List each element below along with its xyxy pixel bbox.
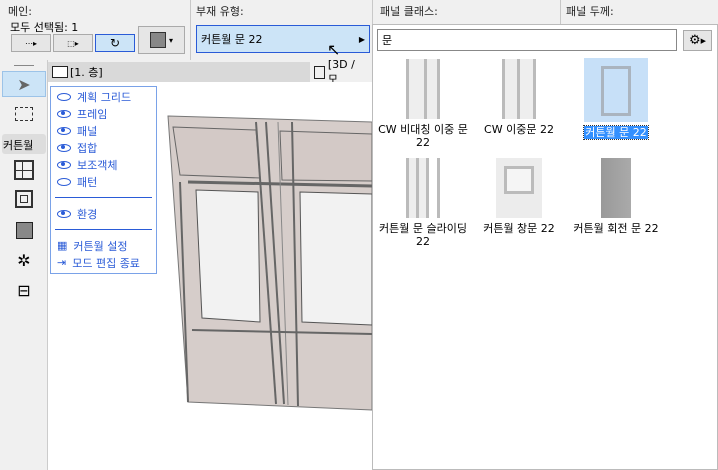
picker-search-input[interactable] [377,29,677,51]
door-thumbnail [496,59,542,119]
picker-item-label: 커튼월 회전 문 22 [573,222,659,235]
frame-tool[interactable] [2,186,46,212]
curtain-wall-display-menu: 계획 그리드 프레임 패널 접합 보조객체 패턴 환경 ▦ 커튼월 설정 ⇥ 모드 … [50,86,157,274]
revolving-door-thumbnail [593,158,639,218]
menu-item-label: 패턴 [77,175,98,189]
window-thumbnail [496,158,542,218]
picker-item-label: CW 비대칭 이중 문 22 [378,123,468,149]
tab-3d[interactable]: [3D / 모 [310,58,372,86]
geometry-button[interactable]: ▾ [138,26,185,54]
menu-item-accessory[interactable]: 보조객체 [51,156,156,173]
accessory-tool[interactable]: ⊟ [2,277,46,303]
grid-scheme-icon [14,160,34,180]
menu-item-pattern[interactable]: 패턴 [51,173,156,190]
curtain-wall-section-label: 커튼월 [2,134,46,154]
menu-item-frame[interactable]: 프레임 [51,105,156,122]
magic-wand-button[interactable]: ↻ [95,34,135,52]
3d-box-icon [314,65,325,79]
member-type-picker: ⚙▶ CW 비대칭 이중 문 22 CW 이중문 22 커튼월 문 22 커튼월… [372,24,718,470]
panel-icon [15,221,33,239]
door-thumbnail [400,59,446,119]
divider [55,197,152,198]
pointer-icon: ➤ [17,74,31,94]
menu-item-label: 계획 그리드 [77,90,132,104]
floor-plan-icon [52,66,68,78]
view-tab-bar: [1. 층] [3D / 모 [48,58,372,86]
menu-item-label: 보조객체 [77,158,118,172]
menu-item-label: 프레임 [77,107,108,121]
marquee-icon [15,107,33,121]
picker-item-label: CW 이중문 22 [484,123,554,136]
frame-icon [15,190,33,208]
panel-class-label: 패널 클래스: [380,5,438,18]
picker-item-label: 커튼월 문 슬라이딩 22 [379,222,467,248]
picker-item[interactable]: 커튼월 문 슬라이딩 22 [375,158,471,248]
junction-tool[interactable]: ✲ [2,247,46,273]
eye-closed-icon [57,177,71,186]
menu-item-label: 커튼월 설정 [73,239,128,253]
junction-icon: ✲ [17,250,31,270]
menu-item-environment[interactable]: 환경 [51,205,156,222]
panel-tool[interactable] [2,217,46,243]
member-type-dropdown[interactable]: 커튼월 문 22 ▶ [196,25,370,53]
arrow-tool[interactable]: ➤ [2,71,46,97]
eye-closed-icon [57,92,71,101]
menu-item-panel[interactable]: 패널 [51,122,156,139]
eye-icon [57,143,71,152]
tab-floor-plan[interactable]: [1. 층] [52,64,103,80]
door-thumbnail [400,158,446,218]
floor-plan-tab-label: [1. 층] [70,66,103,79]
picker-item[interactable]: CW 이중문 22 [471,59,567,136]
picker-item-label: 커튼월 문 22 [583,125,649,140]
menu-item-exit-edit-mode[interactable]: ⇥ 모드 편집 종료 [51,254,156,271]
menu-item-label: 환경 [77,207,98,221]
menu-item-label: 패널 [77,124,98,138]
picker-item-selected[interactable]: 커튼월 문 22 [568,58,664,140]
curtain-wall-settings-icon: ▦ [57,239,68,252]
toolbox: ➤ 커튼월 ✲ ⊟ [0,60,48,470]
eye-icon [57,109,71,118]
gear-icon: ⚙ [688,33,701,48]
marquee-button[interactable]: ⬚▸ [53,34,93,52]
selection-status: 모두 선택됨: 1 [10,21,79,34]
eye-icon [57,209,71,218]
chevron-right-icon: ▶ [358,34,365,44]
eye-icon [57,126,71,135]
picker-item[interactable]: CW 비대칭 이중 문 22 [375,59,471,149]
member-type-value: 커튼월 문 22 [201,33,263,46]
menu-item-label: 모드 편집 종료 [72,256,140,270]
grip [14,65,34,66]
selection-method-button[interactable]: ⋯▸ [11,34,51,52]
settings-button[interactable]: ⚙ ▶ [683,30,712,51]
accessory-icon: ⊟ [17,280,31,300]
member-type-label: 부재 유형: [196,5,244,18]
exit-icon: ⇥ [57,256,67,269]
menu-item-junction[interactable]: 접합 [51,139,156,156]
panel-thickness-label: 패널 두께: [566,5,614,18]
picker-item-label: 커튼월 창문 22 [483,222,555,235]
picker-item[interactable]: 커튼월 회전 문 22 [568,158,664,235]
main-label: 메인: [8,5,32,18]
divider [55,229,152,230]
picker-item[interactable]: 커튼월 창문 22 [471,158,567,235]
menu-item-label: 접합 [77,141,98,155]
mouse-cursor-icon: ↖ [327,40,341,59]
scheme-tool[interactable] [2,157,46,183]
marquee-tool[interactable] [2,101,46,127]
eye-icon [57,160,71,169]
menu-item-grid[interactable]: 계획 그리드 [51,88,156,105]
menu-item-settings[interactable]: ▦ 커튼월 설정 [51,237,156,254]
door-thumbnail [584,58,648,122]
